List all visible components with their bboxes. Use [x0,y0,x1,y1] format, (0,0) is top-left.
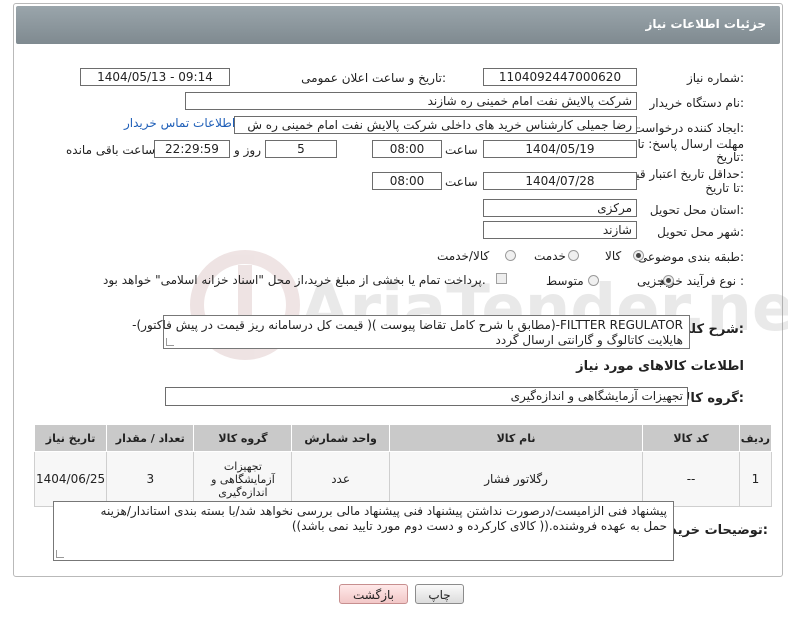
announce-field[interactable]: 1404/05/13 - 09:14 [80,68,230,86]
remaining-time-field[interactable]: 22:29:59 [154,140,230,158]
table-row[interactable]: 1 -- رگلاتور فشار عدد تجهیزات آزمایشگاهی… [33,451,773,507]
header-name: نام کالا [388,424,644,452]
header-row-number: ردیف [738,424,773,452]
header-code: کد کالا [642,424,740,452]
city-label: شهر محل تحویل: [657,225,744,239]
creator-field[interactable]: رضا جمیلی کارشناس خرید های داخلی شرکت پا… [234,116,637,134]
cell-unit: عدد [291,451,390,507]
province-field[interactable]: مرکزی [483,199,637,217]
panel-title: جزئیات اطلاعات نیاز [645,17,766,31]
cell-row-number: 1 [738,451,773,507]
goods-section-title: اطلاعات کالاهای مورد نیاز [576,359,744,374]
cell-code: -- [642,451,740,507]
need-number-field[interactable]: 1104092447000620 [483,68,637,86]
process-medium-label: متوسط [546,274,584,288]
summary-line-2: هایلایت کاتالوگ و گارانتی ارسال گردد [495,333,683,347]
deadline-label-date: تاریخ: [716,150,744,164]
province-label: استان محل تحویل: [649,203,744,217]
category-goods-radio[interactable] [633,250,644,261]
validity-label-date: تا تاریخ: [705,181,744,195]
category-goods-label: کالا [605,249,622,263]
cell-qty: 3 [106,451,195,507]
goods-group-field[interactable]: تجهیزات آزمایشگاهی و اندازه‌گیری [165,387,688,406]
notes-line-2: حمل به عهده فروشنده.(( کالای کارکرده و د… [291,519,667,533]
deadline-label: مهلت ارسال پاسخ: تا [637,137,744,151]
panel-header: جزئیات اطلاعات نیاز [16,6,780,44]
validity-time-field[interactable]: 08:00 [372,172,442,190]
goods-group-label: گروه کالا: [680,391,744,406]
notes-line-1: پیشنهاد فنی الزامیست/درصورت نداشتن پیشنه… [100,504,667,518]
notes-label: توضیحات خریدار: [658,523,768,538]
creator-label: ایجاد کننده درخواست: [633,121,744,135]
days-field[interactable]: 5 [265,140,337,158]
process-minor-radio[interactable] [663,275,674,286]
resize-handle[interactable] [166,338,174,346]
cell-name: رگلاتور فشار [388,451,644,507]
payment-note: پرداخت تمام یا بخشی از مبلغ خرید،از محل … [103,273,486,287]
category-both-label: کالا/خدمت [437,249,490,263]
header-unit: واحد شمارش [291,424,390,452]
remaining-label: ساعت باقی مانده [66,143,156,157]
back-button[interactable]: بازگشت [339,584,408,604]
contact-buyer-link[interactable]: اطلاعات تماس خریدار [124,116,235,130]
process-medium-radio[interactable] [588,275,599,286]
cell-date: 1404/06/25 [33,451,108,507]
need-number-label: شماره نیاز: [686,71,744,85]
notes-resize-handle[interactable] [56,550,64,558]
buyer-org-label: نام دستگاه خریدار: [649,96,745,110]
city-field[interactable]: شازند [483,221,637,239]
deadline-date-field[interactable]: 1404/05/19 [483,140,637,158]
category-service-label: خدمت [534,249,566,263]
summary-textarea[interactable]: FILTTER REGULATOR-(مطابق با شرح کامل تقا… [132,315,690,349]
category-label: طبقه بندی موضوعی: [637,250,744,264]
print-button[interactable]: چاپ [415,584,464,604]
validity-date-field[interactable]: 1404/07/28 [483,172,637,190]
announce-label: تاریخ و ساعت اعلان عمومی: [301,71,446,85]
header-qty: تعداد / مقدار [106,424,195,452]
deadline-time-field[interactable]: 08:00 [372,140,442,158]
cell-group: تجهیزات آزمایشگاهی و اندازه‌گیری [193,451,293,507]
buyer-org-field[interactable]: شرکت پالایش نفت امام خمینی ره شازند [185,92,637,110]
process-minor-label: جزیی [637,274,665,288]
header-group: گروه کالا [193,424,293,452]
summary-line-1: FILTTER REGULATOR-(مطابق با شرح کامل تقا… [132,318,683,332]
validity-time-label: ساعت [445,175,478,189]
items-table: ردیف کد کالا نام کالا واحد شمارش گروه کا… [33,424,773,507]
category-both-radio[interactable] [505,250,516,261]
treasury-checkbox[interactable] [496,273,507,284]
notes-textarea[interactable]: پیشنهاد فنی الزامیست/درصورت نداشتن پیشنه… [53,501,674,561]
days-label: روز و [234,143,261,157]
table-header-row: ردیف کد کالا نام کالا واحد شمارش گروه کا… [33,424,773,452]
deadline-time-label: ساعت [445,143,478,157]
header-date: تاریخ نیاز [33,424,108,452]
category-service-radio[interactable] [568,250,579,261]
